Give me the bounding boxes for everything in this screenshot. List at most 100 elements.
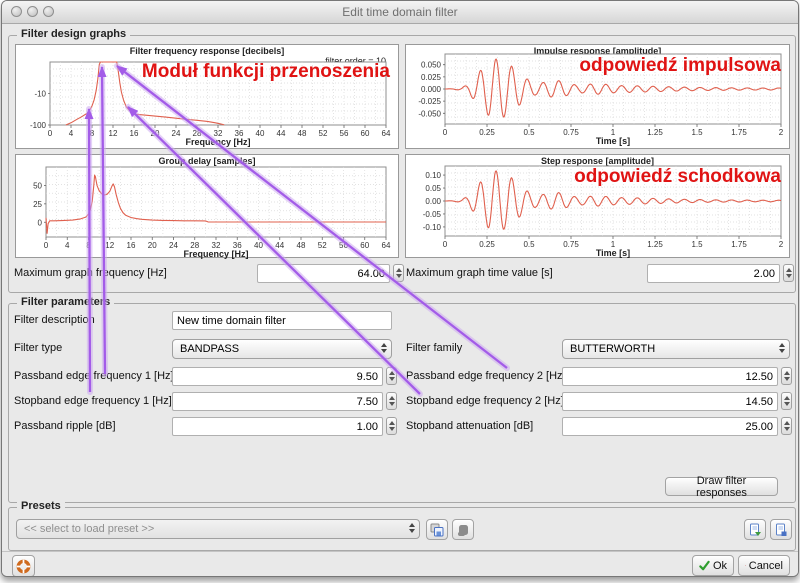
svg-text:48: 48 — [298, 129, 307, 138]
ripple-label: Passband ripple [dB] — [14, 420, 116, 432]
draw-filter-responses-button[interactable]: Draw filter responses — [665, 477, 778, 496]
svg-text:64: 64 — [382, 241, 391, 250]
filter-family-label: Filter family — [406, 342, 462, 354]
svg-text:56: 56 — [340, 129, 349, 138]
filter-description-input[interactable] — [172, 311, 392, 330]
svg-text:16: 16 — [130, 129, 139, 138]
ok-label: Ok — [713, 560, 727, 572]
svg-text:0.25: 0.25 — [479, 240, 495, 249]
svg-text:0.75: 0.75 — [563, 240, 579, 249]
svg-text:1.75: 1.75 — [731, 240, 747, 249]
svg-text:40: 40 — [254, 241, 263, 250]
svg-text:48: 48 — [297, 241, 306, 250]
plot-step-response: Step response [amplitude] 00.250.50.7511… — [405, 154, 790, 258]
help-button[interactable] — [12, 555, 35, 577]
group-label-filter-design-graphs: Filter design graphs — [17, 28, 130, 40]
svg-text:12: 12 — [109, 129, 118, 138]
svg-text:2: 2 — [779, 128, 784, 137]
svg-text:Time [s]: Time [s] — [596, 136, 630, 146]
load-presets-file-button[interactable] — [744, 519, 766, 540]
window-title: Edit time domain filter — [2, 5, 798, 19]
annotation-step-response: odpowiedź schodkowa — [574, 166, 781, 188]
svg-text:52: 52 — [318, 241, 327, 250]
attenuation-label: Stopband attenuation [dB] — [406, 420, 533, 432]
svg-text:Time [s]: Time [s] — [596, 248, 630, 258]
stopband2-stepper[interactable] — [781, 392, 792, 410]
preset-select[interactable]: << select to load preset >> — [16, 519, 420, 539]
svg-text:1.5: 1.5 — [691, 128, 703, 137]
cross-icon — [745, 560, 746, 571]
filter-type-label: Filter type — [14, 342, 62, 354]
svg-text:2: 2 — [779, 240, 784, 249]
save-presets-file-button[interactable] — [770, 519, 792, 540]
max-time-label: Maximum graph time value [s] — [406, 267, 553, 279]
svg-text:4: 4 — [69, 129, 74, 138]
plot-frequency-response: Filter frequency response [decibels] fil… — [15, 44, 399, 149]
save-presets-file-icon — [774, 523, 788, 537]
svg-text:Frequency [Hz]: Frequency [Hz] — [183, 249, 248, 259]
max-time-stepper[interactable] — [783, 264, 794, 282]
svg-text:0.00: 0.00 — [425, 197, 441, 206]
svg-text:0.75: 0.75 — [563, 128, 579, 137]
ripple-input[interactable] — [172, 417, 383, 436]
svg-text:0.000: 0.000 — [421, 85, 442, 94]
life-buoy-icon — [16, 559, 31, 574]
svg-text:1.25: 1.25 — [647, 240, 663, 249]
group-label-presets: Presets — [17, 500, 65, 512]
svg-text:52: 52 — [319, 129, 328, 138]
delete-preset-icon — [456, 523, 470, 537]
annotation-impulse-response: odpowiedź impulsowa — [579, 55, 781, 77]
ripple-stepper[interactable] — [386, 417, 397, 435]
cancel-label: Cancel — [749, 560, 783, 572]
titlebar: Edit time domain filter — [2, 1, 798, 24]
svg-text:0.05: 0.05 — [425, 184, 441, 193]
svg-text:12: 12 — [105, 241, 114, 250]
svg-text:0.5: 0.5 — [523, 128, 535, 137]
svg-text:4: 4 — [65, 241, 70, 250]
filter-family-value: BUTTERWORTH — [570, 343, 655, 355]
svg-text:64: 64 — [382, 129, 391, 138]
svg-text:60: 60 — [360, 241, 369, 250]
filter-family-select[interactable]: BUTTERWORTH — [562, 339, 790, 359]
svg-text:-0.050: -0.050 — [418, 109, 441, 118]
cancel-button[interactable]: Cancel — [738, 555, 790, 576]
svg-text:8: 8 — [86, 241, 91, 250]
stopband1-input[interactable] — [172, 392, 383, 411]
svg-text:0.25: 0.25 — [479, 128, 495, 137]
attenuation-input[interactable] — [562, 417, 778, 436]
save-preset-icon — [430, 523, 444, 537]
stopband2-input[interactable] — [562, 392, 778, 411]
svg-text:0.025: 0.025 — [421, 73, 442, 82]
svg-text:0.10: 0.10 — [425, 171, 441, 180]
attenuation-stepper[interactable] — [781, 417, 792, 435]
filter-type-select[interactable]: BANDPASS — [172, 339, 392, 359]
passband2-stepper[interactable] — [781, 367, 792, 385]
svg-text:0.050: 0.050 — [421, 61, 442, 70]
svg-text:Frequency [Hz]: Frequency [Hz] — [185, 137, 250, 147]
ok-button[interactable]: Ok — [692, 555, 734, 576]
max-frequency-input[interactable] — [257, 264, 390, 283]
svg-text:1.5: 1.5 — [691, 240, 703, 249]
passband1-stepper[interactable] — [386, 367, 397, 385]
filter-description-label: Filter description — [14, 314, 95, 326]
plot-group-delay: Group delay [samples] 048121620242832364… — [15, 154, 399, 258]
stopband2-label: Stopband edge frequency 2 [Hz] — [406, 395, 564, 407]
svg-text:60: 60 — [361, 129, 370, 138]
annotation-transfer-function: Moduł funkcji przenoszenia — [142, 61, 390, 83]
passband2-input[interactable] — [562, 367, 778, 386]
check-icon — [699, 560, 710, 572]
save-preset-button[interactable] — [426, 519, 448, 540]
combo-arrows-icon — [779, 343, 785, 353]
load-presets-file-icon — [748, 523, 762, 537]
group-label-filter-parameters: Filter parameters — [17, 296, 114, 308]
svg-text:40: 40 — [256, 129, 265, 138]
svg-text:24: 24 — [172, 129, 181, 138]
svg-text:0: 0 — [443, 128, 448, 137]
svg-text:-10: -10 — [34, 90, 46, 99]
max-time-input[interactable] — [647, 264, 780, 283]
svg-text:1.75: 1.75 — [731, 128, 747, 137]
max-frequency-stepper[interactable] — [393, 264, 404, 282]
stopband1-stepper[interactable] — [386, 392, 397, 410]
delete-preset-button[interactable] — [452, 519, 474, 540]
passband1-input[interactable] — [172, 367, 383, 386]
